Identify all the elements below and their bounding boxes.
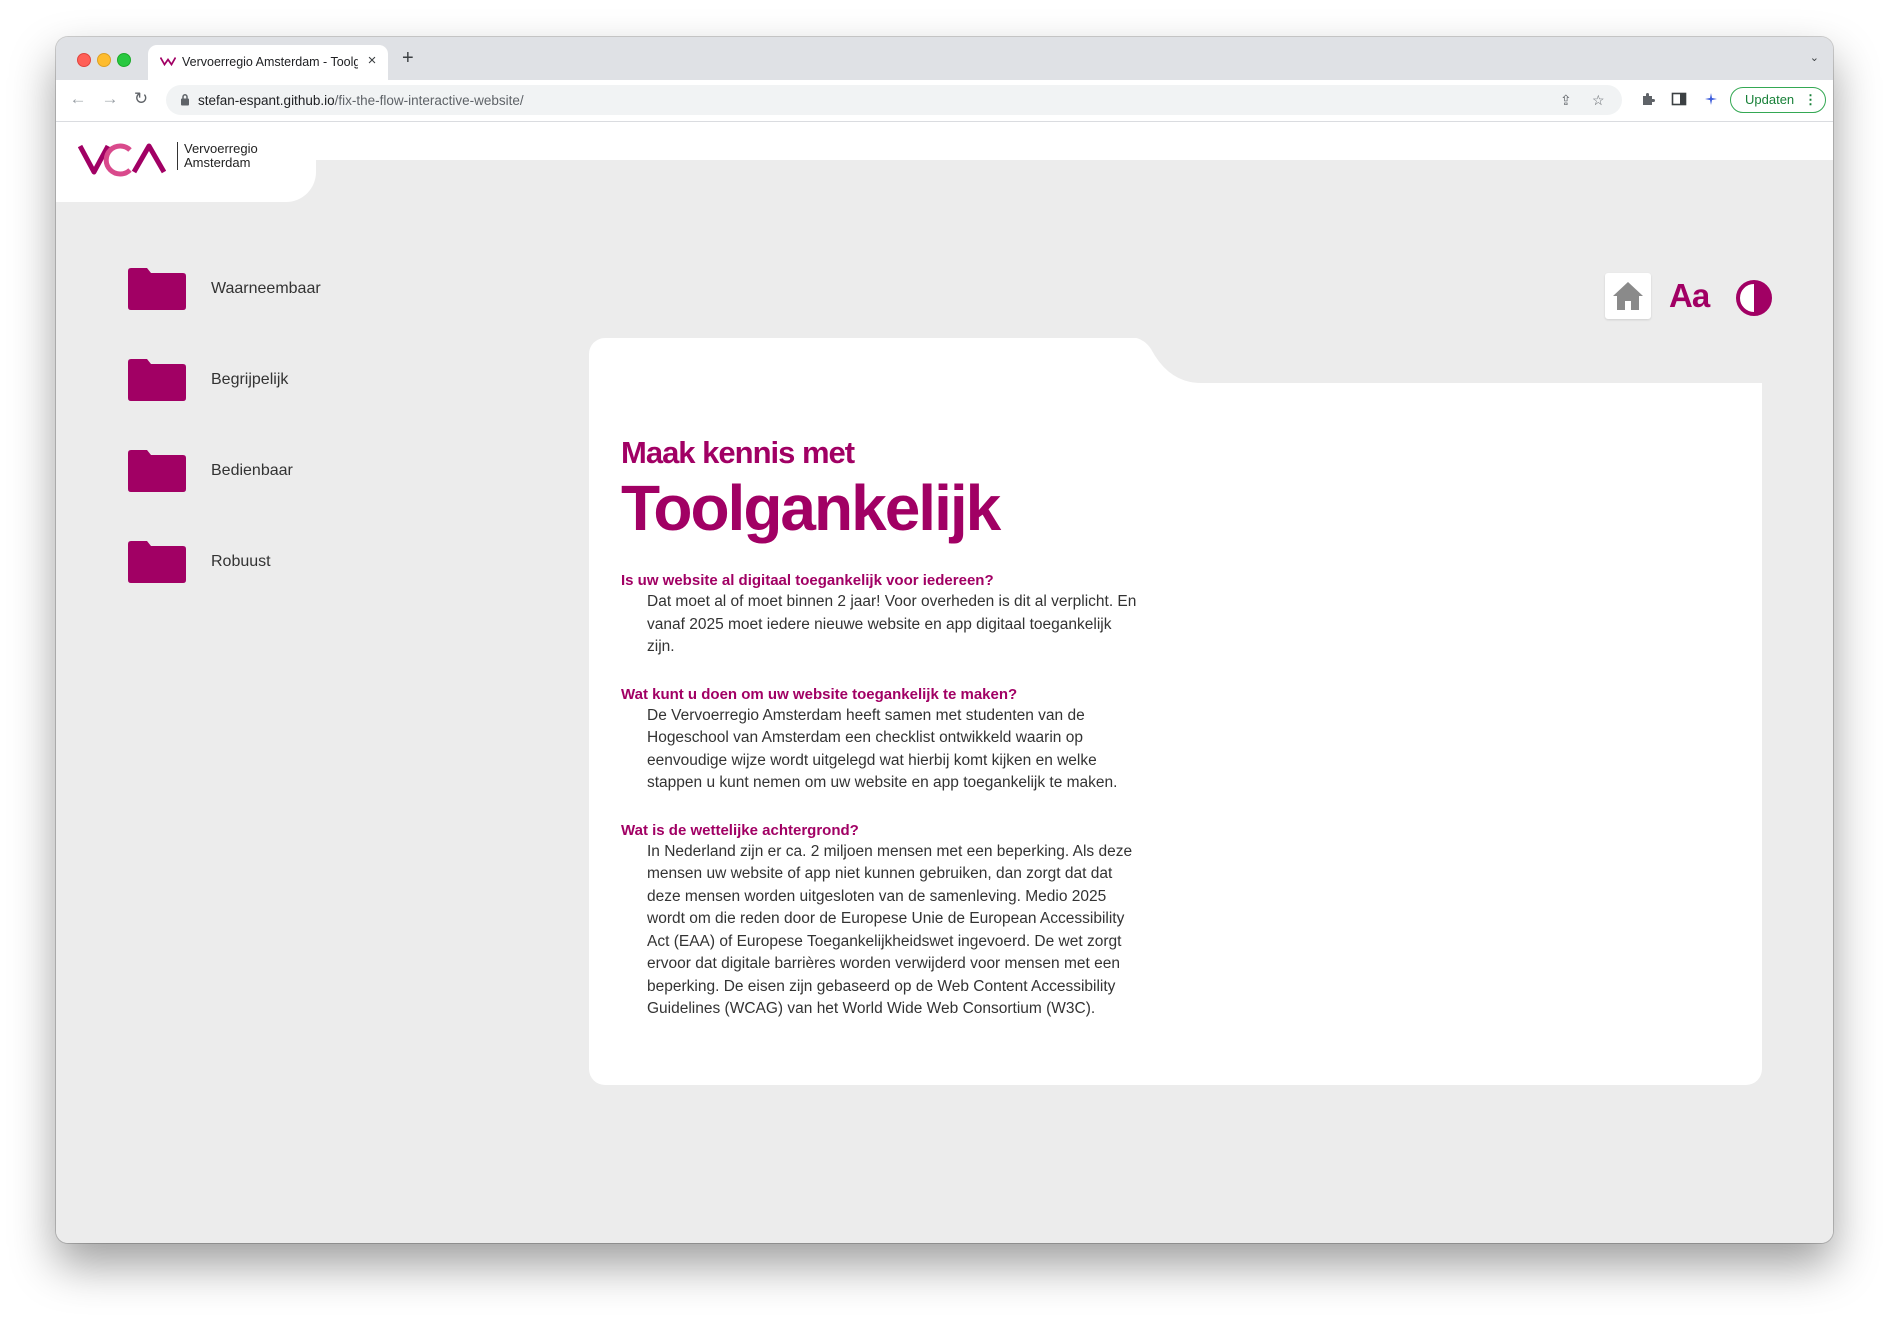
profile-icon[interactable] [1703,91,1719,107]
nav-label: Waarneembaar [211,280,321,297]
favicon-icon [160,57,176,66]
section-answer: Dat moet al of moet binnen 2 jaar! Voor … [647,593,1137,655]
extensions-icon[interactable] [1640,91,1656,107]
tab-close-icon[interactable]: × [364,52,380,69]
main-content: Maak kennis met Toolgankelijk Is uw webs… [621,435,1141,1021]
address-bar[interactable]: stefan-espant.github.io/fix-the-flow-int… [166,85,1622,115]
browser-toolbar: ← → ↻ stefan-espant.github.io/fix-the-fl… [56,80,1833,122]
minimize-window-button[interactable] [97,53,111,67]
logo-line-1: Vervoerregio [184,141,258,156]
folder-icon [128,359,186,401]
lock-icon [181,94,189,106]
side-panel-icon[interactable] [1671,91,1687,107]
page-viewport: Vervoerregio Amsterdam Waarneembaar Begr… [56,122,1833,1243]
folder-icon [128,541,186,583]
url-host: stefan-espant.github.io [198,93,335,108]
url-text: stefan-espant.github.io/fix-the-flow-int… [198,93,524,108]
folder-icon [128,268,186,310]
bookmark-star-icon[interactable]: ☆ [1592,92,1605,109]
browser-window: Vervoerregio Amsterdam - Toolgankelijk ×… [56,37,1833,1243]
tab-strip: Vervoerregio Amsterdam - Toolgankelijk ×… [56,37,1833,80]
nav-label: Bedienbaar [211,462,293,479]
more-menu-icon: ⋮ [1804,92,1817,107]
section-question: Wat is de wettelijke achtergrond? [621,821,859,839]
home-button[interactable] [1605,273,1651,319]
nav-item-waarneembaar[interactable]: Waarneembaar [128,268,448,310]
logo-line-2: Amsterdam [184,155,251,170]
logo-text: Vervoerregio Amsterdam [177,142,258,170]
section-answer: In Nederland zijn er ca. 2 miljoen mense… [647,842,1133,1018]
font-size-button[interactable]: Aa [1669,277,1710,315]
page-title: Toolgankelijk [621,472,1001,544]
header-bar [56,122,1833,160]
content-card: Maak kennis met Toolgankelijk Is uw webs… [589,337,1762,1085]
section-question: Wat kunt u doen om uw website toegankeli… [621,685,1018,703]
update-button[interactable]: Updaten ⋮ [1730,87,1826,113]
page-subtitle: Maak kennis met [621,435,855,470]
vra-logo-icon [78,143,166,177]
nav-item-robuust[interactable]: Robuust [128,541,448,583]
close-window-button[interactable] [77,53,91,67]
logo-area[interactable]: Vervoerregio Amsterdam [56,122,316,202]
section-answer: De Vervoerregio Amsterdam heeft samen me… [647,706,1118,792]
nav-item-bedienbaar[interactable]: Bedienbaar [128,450,448,492]
home-icon [1613,282,1643,310]
tab-title: Vervoerregio Amsterdam - Toolgankelijk [182,55,358,69]
folder-icon [128,450,186,492]
nav-label: Begrijpelijk [211,371,289,388]
new-tab-button[interactable]: + [402,47,414,70]
tab-search-icon[interactable]: ⌄ [1810,51,1819,64]
nav-label: Robuust [211,553,271,570]
update-label: Updaten [1745,92,1795,107]
card-tab-shape [1129,337,1762,383]
reload-icon[interactable]: ↻ [131,89,151,109]
back-icon[interactable]: ← [68,89,88,109]
maximize-window-button[interactable] [117,53,131,67]
nav-item-begrijpelijk[interactable]: Begrijpelijk [128,359,448,401]
url-path: /fix-the-flow-interactive-website/ [334,93,524,108]
browser-tab[interactable]: Vervoerregio Amsterdam - Toolgankelijk × [148,45,388,80]
contrast-icon[interactable] [1735,279,1773,317]
forward-icon[interactable]: → [100,89,120,109]
section-question: Is uw website al digitaal toegankelijk v… [621,572,994,589]
share-icon[interactable]: ⇪ [1560,92,1572,109]
